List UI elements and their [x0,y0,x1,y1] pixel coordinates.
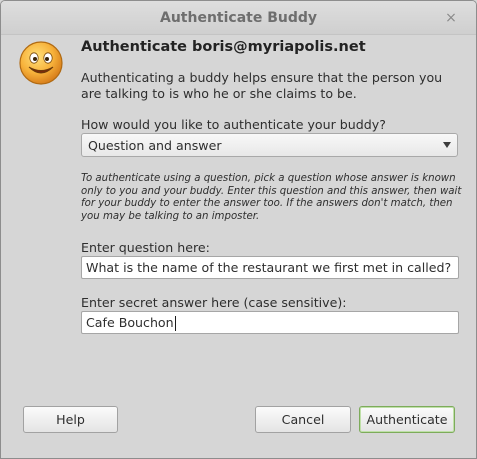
title-bar[interactable]: Authenticate Buddy × [1,1,476,35]
authenticate-button[interactable]: Authenticate [359,406,455,433]
smiley-face-icon [19,41,63,85]
auth-method-selected: Question and answer [88,138,222,153]
intro-text: Authenticating a buddy helps ensure that… [81,70,443,101]
dialog-content: Authenticate boris@myriapolis.net Authen… [1,35,476,458]
question-input-value: What is the name of the restaurant we fi… [86,260,452,275]
dialog-heading: Authenticate boris@myriapolis.net [81,39,366,55]
secret-answer-input[interactable]: Cafe Bouchon [81,311,459,334]
method-prompt-label: How would you like to authenticate your … [81,117,386,132]
question-input[interactable]: What is the name of the restaurant we fi… [81,256,459,279]
cancel-button[interactable]: Cancel [255,406,351,433]
text-caret [174,316,176,331]
answer-label: Enter secret answer here (case sensitive… [81,295,347,310]
instructions-text: To authenticate using a question, pick a… [81,173,462,223]
close-icon[interactable]: × [445,11,457,25]
question-label: Enter question here: [81,240,210,255]
auth-method-dropdown[interactable]: Question and answer [81,133,458,157]
answer-input-value: Cafe Bouchon [86,315,174,330]
window-title: Authenticate Buddy [159,10,318,26]
chevron-down-icon [443,142,451,148]
authenticate-buddy-dialog: Authenticate Buddy × Authenticate boris@… [0,0,477,459]
help-button[interactable]: Help [23,406,118,433]
